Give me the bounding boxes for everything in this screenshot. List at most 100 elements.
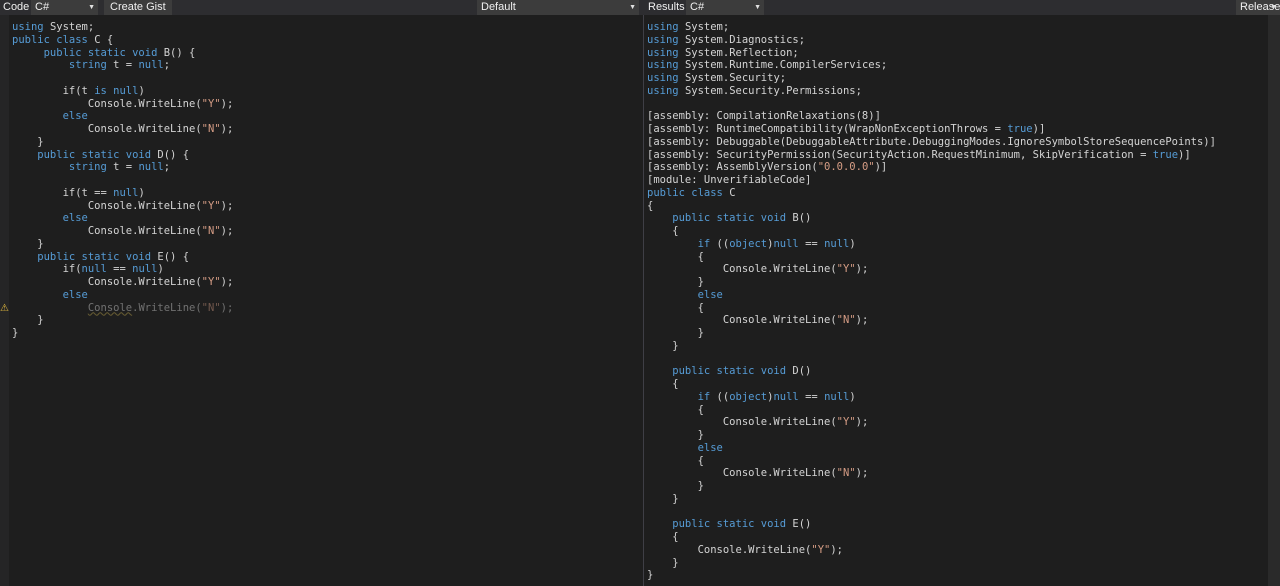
output-language-select[interactable]: C# ▼ [686, 0, 764, 15]
code-token: if(t == [12, 186, 114, 199]
code-token: if(t [12, 84, 95, 97]
code-token: ); [220, 199, 234, 212]
results-scrollbar[interactable] [1268, 15, 1280, 586]
code-token: "N" [201, 301, 221, 314]
chevron-down-icon: ▼ [1270, 4, 1277, 11]
target-select[interactable]: Default ▼ [477, 0, 639, 15]
code-token: "N" [201, 123, 221, 135]
code-token: else [647, 441, 723, 454]
code-token: ); [220, 276, 234, 288]
code-token: t = [113, 59, 139, 72]
code-token: System.Reflection; [684, 46, 799, 59]
code-token: ); [830, 543, 843, 556]
code-token: )] [874, 161, 888, 174]
code-token: B() { [163, 46, 196, 59]
code-line: { [647, 251, 1216, 264]
code-token: } [647, 327, 704, 339]
code-token: if( [12, 263, 82, 276]
code-token: ); [855, 314, 869, 327]
code-token: null [81, 263, 107, 276]
code-token: } [12, 327, 19, 339]
code-line: using System; [12, 21, 233, 34]
code-token: (( [716, 237, 730, 250]
code-token: "Y" [836, 416, 856, 429]
code-token: { [647, 531, 679, 543]
code-token: { [647, 378, 679, 390]
code-line: if(null == null) [12, 263, 233, 276]
code-token: C [729, 186, 736, 199]
code-line: } [647, 569, 1216, 582]
code-editor[interactable]: ⚠ using System; public class C { public s… [0, 15, 643, 586]
code-token: true [1007, 123, 1033, 135]
code-token: ); [220, 97, 234, 110]
code-line: if(t == null) [12, 187, 233, 200]
code-token: else [647, 288, 723, 301]
code-line: public class C [647, 187, 1216, 200]
code-line: [module: UnverifiableCode] [647, 174, 1216, 187]
code-line: } [647, 340, 1216, 353]
code-token: t = [113, 161, 139, 174]
code-token: [assembly: Debuggable(DebuggableAttribut… [647, 135, 1216, 148]
code-token: ) [849, 237, 856, 250]
code-token: Console.WriteLine( [12, 276, 202, 288]
code-token: string [12, 59, 114, 72]
code-line: public class C { [12, 34, 233, 47]
code-token: D() [792, 365, 812, 378]
code-line: using System.Security.Permissions; [647, 85, 1216, 98]
target-select-value: Default [481, 1, 516, 13]
chevron-down-icon: ▼ [629, 4, 636, 11]
code-token: == [106, 263, 133, 276]
editor-code[interactable]: using System; public class C { public sta… [12, 21, 233, 340]
code-token: (( [716, 390, 730, 403]
language-select-value: C# [35, 1, 50, 13]
code-line: } [647, 480, 1216, 493]
code-token: { [647, 301, 704, 314]
code-line: Console.WriteLine("Y"); [12, 276, 233, 289]
code-line: if ((object)null == null) [647, 391, 1216, 404]
code-token: "Y" [811, 543, 831, 556]
code-token: null [138, 59, 164, 72]
code-line: else [647, 289, 1216, 302]
code-token: } [647, 480, 704, 492]
code-line: else [12, 212, 233, 225]
code-line: Console.WriteLine("Y"); [647, 544, 1216, 557]
code-line: { [647, 302, 1216, 315]
warning-icon[interactable]: ⚠ [0, 303, 9, 314]
code-line: using System.Runtime.CompilerServices; [647, 59, 1216, 72]
code-token: [assembly: SecurityPermission(SecurityAc… [647, 148, 1153, 161]
code-token: null [824, 390, 850, 403]
code-line: } [12, 314, 233, 327]
code-token: using [647, 46, 685, 59]
create-gist-button[interactable]: Create Gist [104, 0, 172, 15]
code-token: public class [647, 186, 730, 199]
code-token: Console.WriteLine( [12, 97, 202, 110]
code-token: { [647, 403, 704, 416]
code-line: [assembly: AssemblyVersion("0.0.0.0")] [647, 161, 1216, 174]
code-token: } [647, 339, 679, 352]
code-line: Console.WriteLine("N"); [12, 123, 233, 136]
code-line: Console.WriteLine("N"); [12, 302, 233, 315]
code-line: { [647, 455, 1216, 468]
code-token: ) [849, 390, 856, 403]
code-line: if(t is null) [12, 85, 233, 98]
language-select[interactable]: C# ▼ [31, 0, 98, 15]
code-line: public static void D() { [12, 149, 233, 162]
code-label: Code [3, 1, 30, 13]
code-token: Console [87, 301, 133, 314]
code-line: public static void D() [647, 365, 1216, 378]
code-token: } [647, 556, 679, 569]
code-token: .WriteLine( [132, 301, 202, 314]
code-line: [assembly: Debuggable(DebuggableAttribut… [647, 136, 1216, 149]
code-line: [assembly: SecurityPermission(SecurityAc… [647, 149, 1216, 162]
code-token: { [647, 225, 679, 237]
code-token: System.Security.Permissions; [684, 84, 862, 97]
code-token: System.Runtime.CompilerServices; [684, 59, 888, 72]
code-token: ); [220, 123, 234, 135]
code-token: if [647, 390, 717, 403]
code-token: System.Security; [684, 72, 787, 84]
code-line: { [647, 378, 1216, 391]
build-mode-select[interactable]: Release ▼ [1236, 0, 1280, 15]
